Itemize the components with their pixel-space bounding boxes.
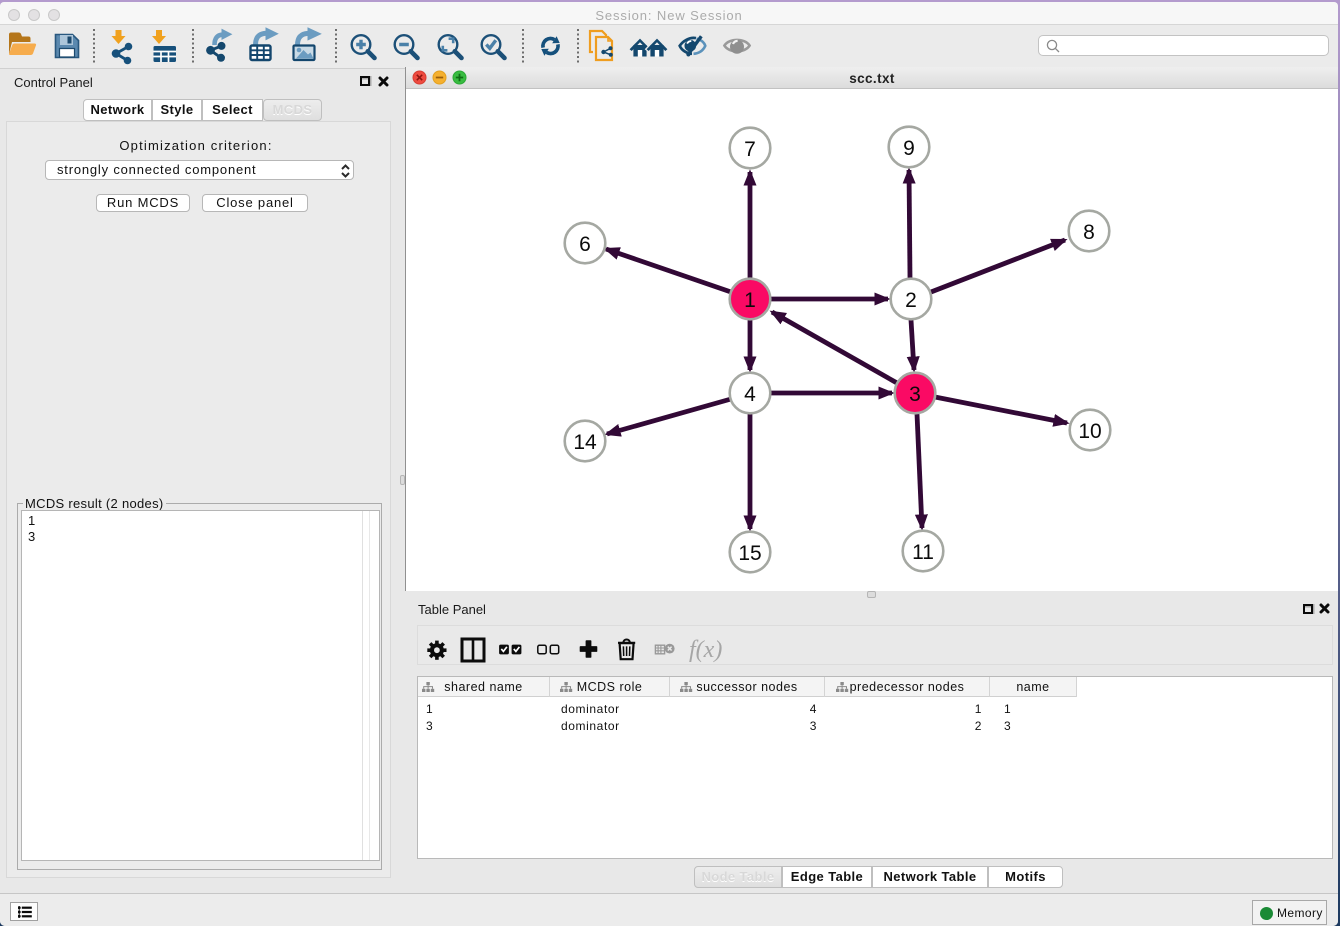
svg-text:1: 1 [744, 289, 756, 312]
svg-text:4: 4 [744, 383, 756, 406]
svg-text:11: 11 [912, 541, 934, 564]
svg-text:10: 10 [1078, 420, 1101, 443]
svg-text:8: 8 [1083, 221, 1095, 244]
svg-text:f(x): f(x) [689, 637, 722, 663]
svg-text:15: 15 [738, 542, 761, 565]
svg-text:3: 3 [909, 383, 921, 406]
svg-text:6: 6 [579, 233, 591, 256]
svg-text:7: 7 [744, 138, 756, 161]
svg-text:14: 14 [573, 431, 597, 454]
svg-text:2: 2 [905, 289, 917, 312]
svg-text:9: 9 [903, 137, 915, 160]
